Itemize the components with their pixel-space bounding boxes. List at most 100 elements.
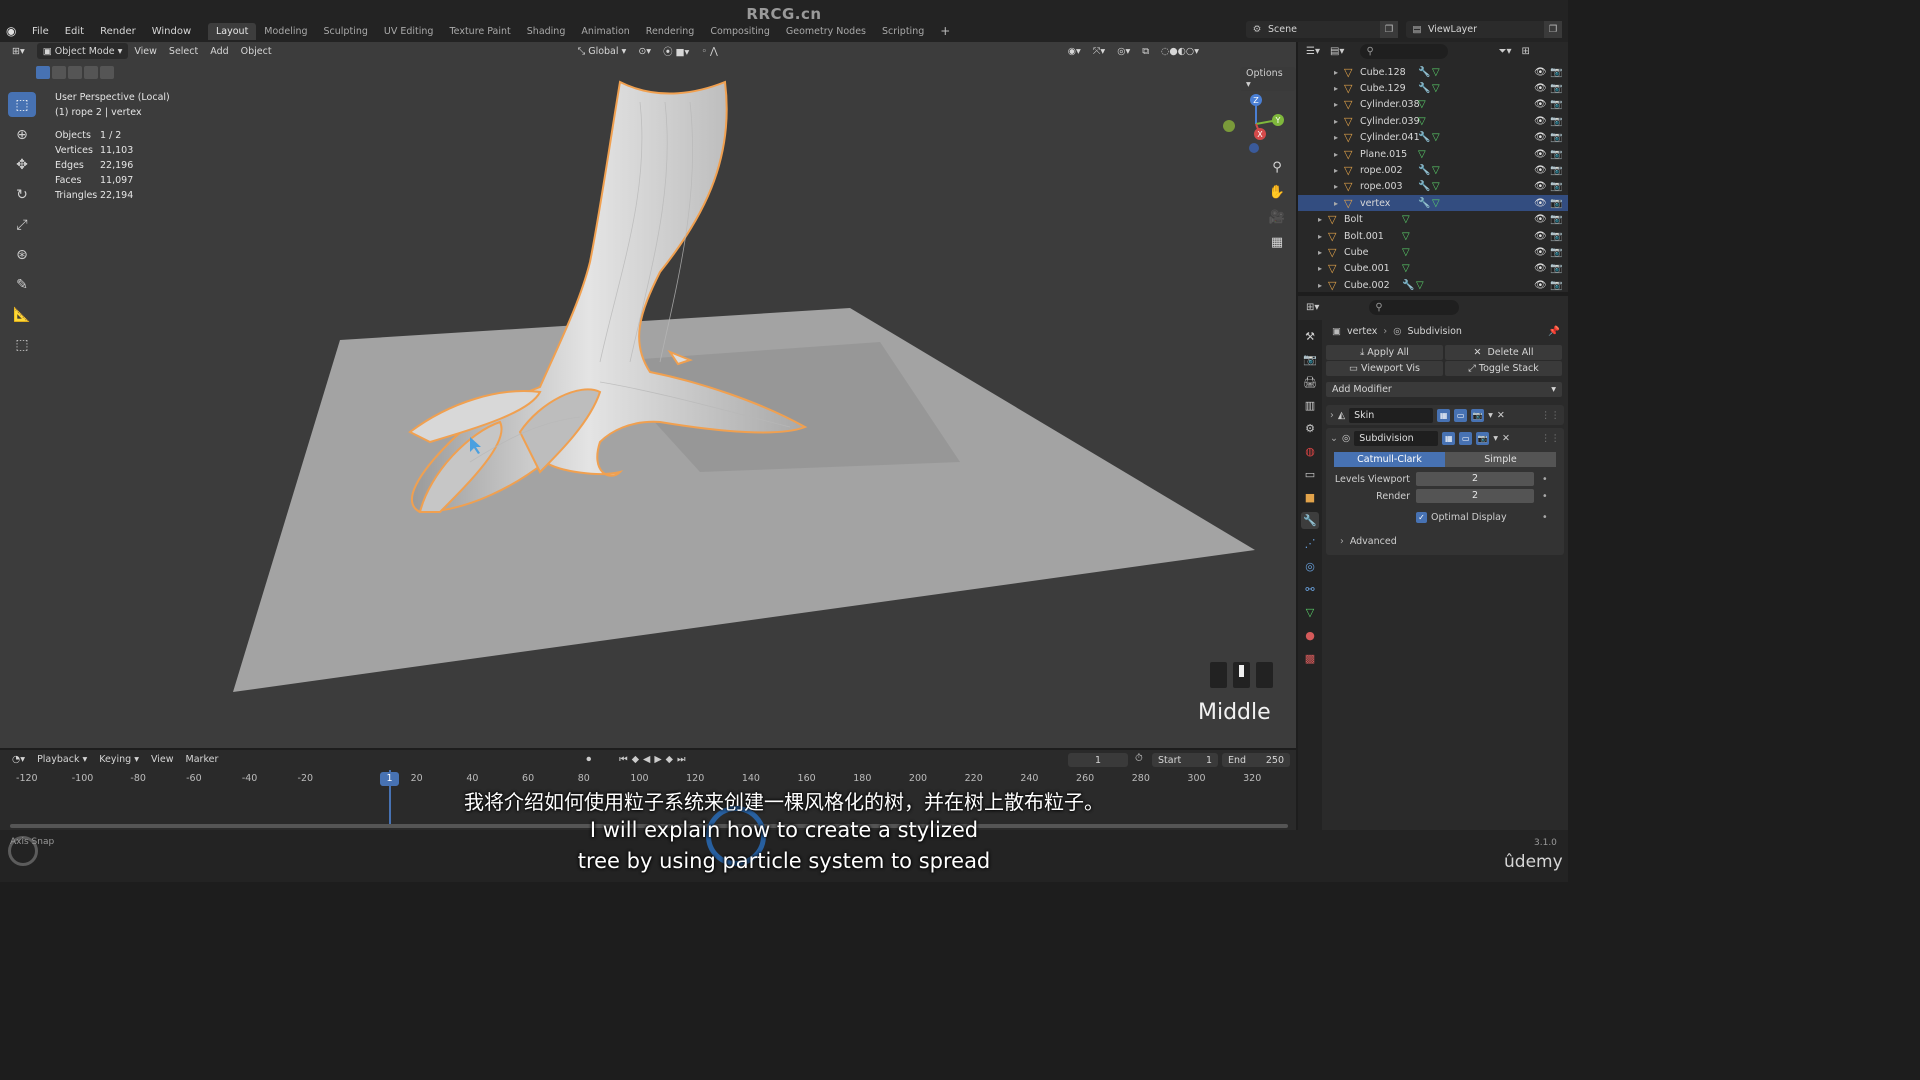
expand-arrow-icon[interactable]: ▸ [1318, 248, 1328, 257]
camera-view-icon[interactable]: 🎥 [1266, 208, 1288, 226]
camera-render-icon[interactable]: 📷 [1550, 247, 1562, 258]
mesh-data-icon[interactable]: ▽ [1432, 181, 1446, 192]
camera-render-icon[interactable]: 📷 [1550, 198, 1562, 209]
material-tab-icon[interactable]: ● [1301, 627, 1319, 644]
add-modifier-dropdown[interactable]: Add Modifier ▾ [1326, 382, 1562, 397]
shading-modes-icon[interactable]: ◌●◐○▾ [1155, 43, 1205, 59]
edit-mode-toggle-icon[interactable]: ▦ [1437, 408, 1451, 422]
expand-arrow-icon[interactable]: ▸ [1318, 281, 1328, 290]
delete-all-button[interactable]: ✕ Delete All [1445, 345, 1562, 360]
camera-render-icon[interactable]: 📷 [1550, 67, 1562, 78]
zoom-icon[interactable]: ⚲ [1266, 158, 1288, 176]
outliner-item[interactable]: ▸ ▽ rope.002 🔧 ▽ 👁 📷 [1298, 162, 1568, 178]
expand-arrow-icon[interactable]: ▸ [1334, 100, 1344, 109]
measure-tool-icon[interactable]: 📐 [8, 302, 36, 327]
expand-arrow-icon[interactable]: ▸ [1318, 215, 1328, 224]
playhead-frame[interactable]: 1 [380, 772, 399, 786]
mesh-data-icon[interactable]: ▽ [1402, 231, 1416, 242]
camera-render-icon[interactable]: 📷 [1550, 99, 1562, 110]
keyframe-dot-icon[interactable]: • [1534, 491, 1548, 502]
menu-marker[interactable]: Marker [180, 751, 225, 767]
properties-search[interactable]: ⚲ [1369, 299, 1460, 315]
eye-icon[interactable]: 👁 [1534, 198, 1547, 209]
menu-window[interactable]: Window [144, 26, 199, 37]
eye-icon[interactable]: 👁 [1534, 231, 1547, 242]
eye-icon[interactable]: 👁 [1534, 165, 1547, 176]
visibility-icon[interactable]: ◉▾ [1062, 43, 1087, 59]
outliner-item[interactable]: ▸ ▽ Bolt.001 ▽ 👁 📷 [1298, 228, 1568, 244]
advanced-subpanel-header[interactable]: › Advanced [1326, 533, 1564, 549]
select-extend-icon[interactable] [52, 66, 66, 79]
outliner-item-name[interactable]: Cube.001 [1344, 263, 1402, 274]
tab-geometry-nodes[interactable]: Geometry Nodes [778, 23, 874, 40]
outliner-item-name[interactable]: Cube.002 [1344, 280, 1402, 291]
modifier-icon[interactable]: 🔧 [1402, 280, 1416, 291]
tab-scripting[interactable]: Scripting [874, 23, 932, 40]
outliner-item-name[interactable]: Cube [1344, 247, 1402, 258]
rotate-tool-icon[interactable]: ↻ [8, 182, 36, 207]
catmull-clark-option[interactable]: Catmull-Clark [1334, 452, 1445, 467]
camera-render-icon[interactable]: 📷 [1550, 214, 1562, 225]
viewport-toggle-icon[interactable]: ▭ [1459, 431, 1473, 445]
timeline-editor-icon[interactable]: ◔▾ [6, 751, 31, 767]
tab-shading[interactable]: Shading [519, 23, 574, 40]
tab-texture-paint[interactable]: Texture Paint [441, 23, 518, 40]
editor-type-icon[interactable]: ⊞▾ [6, 43, 31, 59]
drag-handle-icon[interactable]: ⋮⋮ [1541, 433, 1564, 444]
mesh-data-icon[interactable]: ▽ [1416, 280, 1430, 291]
outliner-item[interactable]: ▸ ▽ Plane.015 ▽ 👁 📷 [1298, 146, 1568, 162]
select-box-tool-icon[interactable]: ⬚ [8, 92, 36, 117]
jump-start-icon[interactable]: ⏮ [619, 754, 632, 765]
object-tab-icon[interactable]: ■ [1301, 489, 1319, 506]
navigation-gizmo[interactable]: Z Y X [1220, 90, 1284, 154]
mesh-data-icon[interactable]: ▽ [1432, 67, 1446, 78]
select-invert-icon[interactable] [84, 66, 98, 79]
close-icon[interactable]: ✕ [1502, 433, 1510, 444]
ortho-grid-icon[interactable]: ▦ [1266, 233, 1288, 251]
eye-icon[interactable]: 👁 [1534, 132, 1547, 143]
jump-end-icon[interactable]: ⏭ [677, 754, 690, 765]
expand-arrow-icon[interactable]: ▸ [1334, 117, 1344, 126]
new-scene-icon[interactable]: ❐ [1380, 21, 1398, 38]
render-toggle-icon[interactable]: 📷 [1476, 431, 1490, 445]
outliner-item-name[interactable]: Cylinder.038 [1360, 99, 1420, 110]
menu-playback[interactable]: Playback ▾ [31, 751, 93, 767]
outliner-item[interactable]: ▸ ▽ Cube.128 🔧 ▽ 👁 📷 [1298, 64, 1568, 80]
start-frame-field[interactable]: Start 1 [1152, 753, 1218, 767]
mesh-data-icon[interactable]: ▽ [1402, 263, 1416, 274]
add-cube-tool-icon[interactable]: ⬚ [8, 332, 36, 357]
skin-modifier-header[interactable]: › ◭ Skin ▦ ▭ 📷 ▾ ✕ ⋮⋮ [1326, 405, 1564, 425]
collapse-arrow-icon[interactable]: ⌄ [1330, 433, 1338, 444]
eye-icon[interactable]: 👁 [1534, 280, 1547, 291]
outliner-item-name[interactable]: rope.003 [1360, 181, 1418, 192]
expand-arrow-icon[interactable]: ▸ [1334, 150, 1344, 159]
outliner-item-name[interactable]: Cube.128 [1360, 67, 1418, 78]
record-icon[interactable]: ⏺ [586, 754, 591, 765]
mesh-data-icon[interactable]: ▽ [1418, 116, 1432, 127]
viewport-toggle-icon[interactable]: ▭ [1454, 408, 1468, 422]
menu-edit[interactable]: Edit [57, 26, 92, 37]
cursor-tool-icon[interactable]: ⊕ [8, 122, 36, 147]
new-viewlayer-icon[interactable]: ❐ [1544, 21, 1562, 38]
transform-orientation[interactable]: ⤡ Global ▾ [572, 43, 633, 59]
options-dropdown[interactable]: Options ▾ [1240, 67, 1296, 91]
outliner-item-name[interactable]: Cylinder.041 [1360, 132, 1420, 143]
mesh-data-icon[interactable]: ▽ [1402, 214, 1416, 225]
tab-sculpting[interactable]: Sculpting [316, 23, 376, 40]
tab-compositing[interactable]: Compositing [702, 23, 778, 40]
outliner-item-name[interactable]: Bolt [1344, 214, 1402, 225]
outliner-item[interactable]: ▸ ▽ Cube ▽ 👁 📷 [1298, 244, 1568, 260]
filter-icon[interactable]: ⏷▾ [1498, 46, 1511, 57]
camera-render-icon[interactable]: 📷 [1550, 165, 1562, 176]
outliner-item[interactable]: ▸ ▽ rope.003 🔧 ▽ 👁 📷 [1298, 179, 1568, 195]
world-tab-icon[interactable]: ◍ [1301, 443, 1319, 460]
eye-icon[interactable]: 👁 [1534, 149, 1547, 160]
outliner-item-name[interactable]: vertex [1360, 198, 1418, 209]
camera-render-icon[interactable]: 📷 [1550, 280, 1562, 291]
render-tab-icon[interactable]: 📷 [1301, 351, 1319, 368]
expand-arrow-icon[interactable]: ▸ [1334, 68, 1344, 77]
data-tab-icon[interactable]: ▽ [1301, 604, 1319, 621]
transform-tool-icon[interactable]: ⊛ [8, 242, 36, 267]
menu-view[interactable]: View [145, 751, 180, 767]
tab-rendering[interactable]: Rendering [638, 23, 703, 40]
